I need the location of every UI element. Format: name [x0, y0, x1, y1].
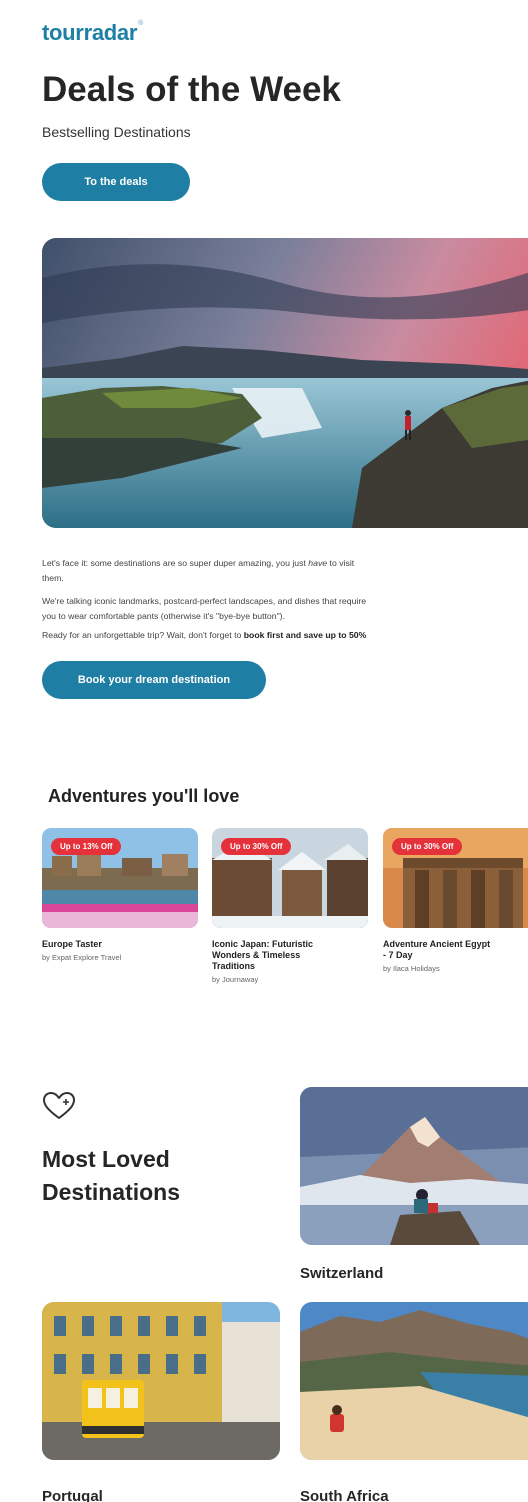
booking-paragraph: Ready for an unforgettable trip? Wait, d…: [42, 628, 528, 643]
discount-badge: Up to 30% Off: [221, 838, 292, 855]
intro-paragraph: Let's face it: some destinations are so …: [42, 556, 528, 586]
most-loved-line2: Destinations: [42, 1179, 181, 1205]
destination-image-portugal: [42, 1302, 280, 1460]
destination-name[interactable]: Switzerland: [300, 1265, 528, 1282]
tour-image-japan: Up to 30% Off: [212, 828, 368, 928]
p1-text-a: Let's face it: some destinations are so …: [42, 558, 309, 568]
tour-name-line: Wonders & Timeless: [212, 950, 301, 960]
p1-text-b: to visit: [327, 558, 355, 568]
matterhorn-photo: [300, 1087, 528, 1245]
destination-card-south-africa[interactable]: South Africa: [300, 1302, 528, 1502]
destination-image-south-africa: [300, 1302, 528, 1460]
page-subtitle: Bestselling Destinations: [42, 124, 191, 140]
tour-image-egypt: Up to 30% Off: [383, 828, 528, 928]
page-title: Deals of the Week: [42, 70, 341, 109]
p3-text: Ready for an unforgettable trip? Wait, d…: [42, 630, 244, 640]
lisbon-tram-photo: [42, 1302, 280, 1460]
book-dream-destination-button[interactable]: Book your dream destination: [42, 661, 266, 699]
destination-name[interactable]: Portugal: [42, 1488, 280, 1502]
p2-line1: We're talking iconic landmarks, postcard…: [42, 596, 367, 606]
destination-name[interactable]: South Africa: [300, 1488, 528, 1502]
tour-operator: by Journaway: [212, 975, 259, 984]
destination-card-portugal[interactable]: Portugal: [42, 1302, 280, 1502]
discount-badge: Up to 30% Off: [392, 838, 463, 855]
tour-name[interactable]: Europe Taster: [42, 939, 198, 950]
tour-name-line: Adventure Ancient Egypt: [383, 939, 491, 949]
tour-name-line: Iconic Japan: Futuristic: [212, 939, 314, 949]
most-loved-title: Most Loved Destinations: [42, 1143, 180, 1209]
tour-card-europe-taster[interactable]: Up to 13% Off Europe Taster by Expat Exp…: [42, 828, 198, 962]
tour-operator: by Expat Explore Travel: [42, 953, 122, 962]
p3-bold: book first and save up to 50%: [243, 630, 367, 640]
tour-card-iconic-japan[interactable]: Up to 30% Off Iconic Japan: Futuristic W…: [212, 828, 368, 984]
discount-badge: Up to 13% Off: [51, 838, 122, 855]
tour-name-line: Europe Taster: [42, 939, 102, 949]
tour-name-line: - 7 Day: [383, 950, 413, 960]
p2-line2: you to wear comfortable pants (otherwise…: [42, 611, 285, 621]
tour-image-europe: Up to 13% Off: [42, 828, 198, 928]
tour-name-line: Traditions: [212, 961, 256, 971]
to-the-deals-button[interactable]: To the deals: [42, 163, 190, 201]
heart-icon: [43, 1092, 75, 1119]
p1-italic: have: [308, 558, 328, 568]
tour-operator: by Ilaca Holidays: [383, 964, 440, 973]
destination-card-switzerland[interactable]: Switzerland: [300, 1087, 528, 1282]
p1-text-c: them.: [42, 573, 64, 583]
tour-name[interactable]: Adventure Ancient Egypt - 7 Day: [383, 939, 528, 961]
adventures-title: Adventures you'll love: [48, 786, 240, 806]
cape-beach-photo: [300, 1302, 528, 1460]
tour-name[interactable]: Iconic Japan: Futuristic Wonders & Timel…: [212, 939, 368, 972]
tour-card-ancient-egypt[interactable]: Up to 30% Off Adventure Ancient Egypt - …: [383, 828, 528, 973]
tourradar-logo[interactable]: tourradar®: [42, 20, 143, 46]
most-loved-line1: Most Loved: [42, 1146, 170, 1172]
hero-image: [42, 238, 528, 528]
waterfall-landscape-image: [42, 238, 528, 528]
destination-image-switzerland: [300, 1087, 528, 1245]
landmarks-paragraph: We're talking iconic landmarks, postcard…: [42, 594, 528, 624]
logo-text: tourradar: [42, 20, 138, 45]
